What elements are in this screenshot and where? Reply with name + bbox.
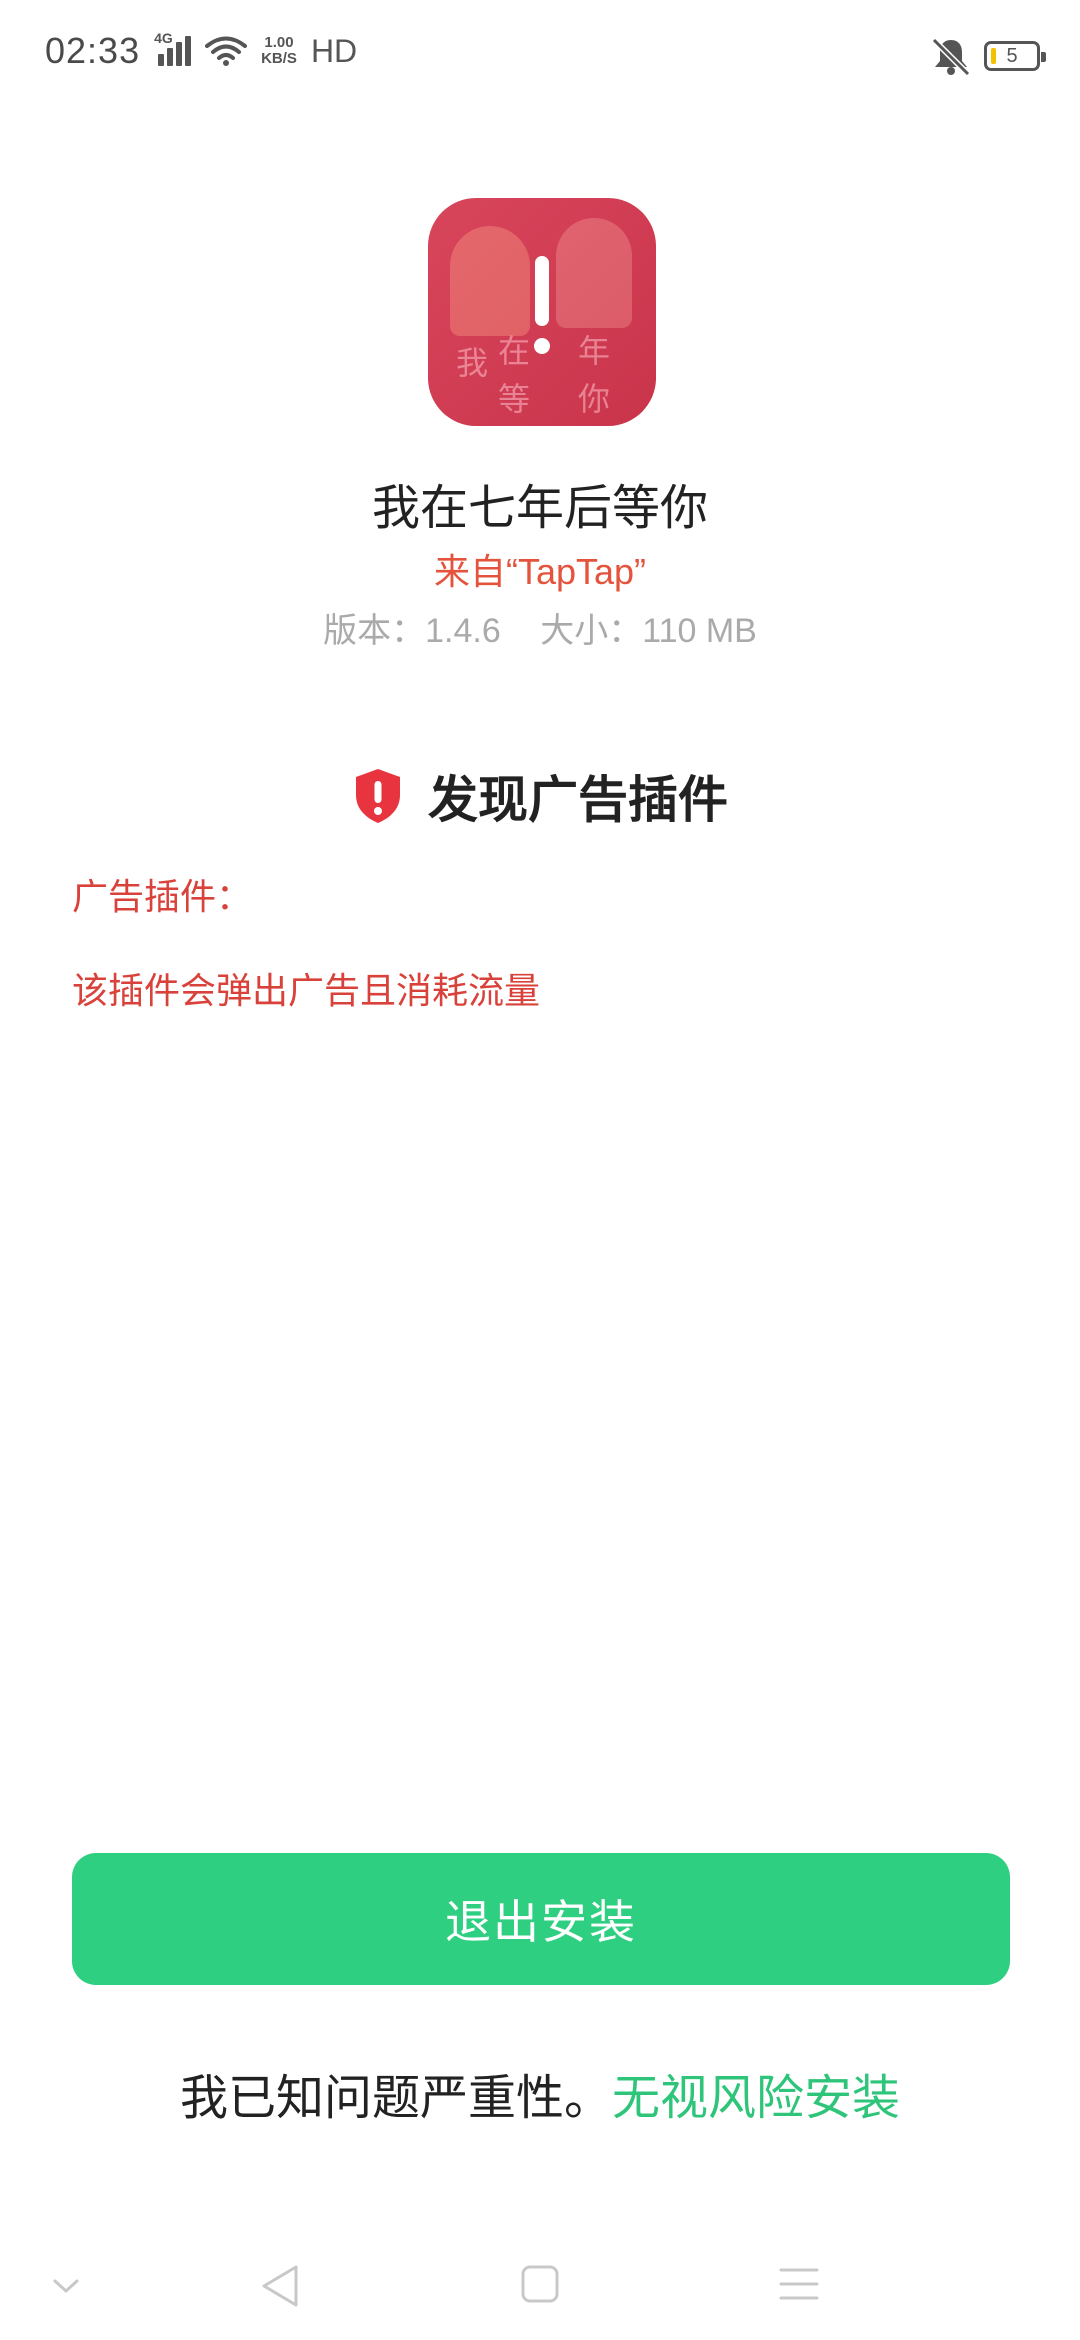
hd-label: HD — [310, 32, 358, 69]
exclamation-dot — [534, 338, 550, 354]
status-bar: 02:33 4G 1.00 KB/S HD 5 — [0, 0, 1080, 110]
app-icon-figure-right — [556, 218, 632, 328]
app-meta: 版本：1.4.6 大小：110 MB — [0, 603, 1080, 652]
app-name: 我在七年后等你 — [371, 482, 708, 535]
speed-unit: KB/S — [261, 50, 297, 67]
app-source: 来自“TapTap” — [433, 551, 647, 592]
navigation-bar — [0, 2230, 1080, 2340]
status-time: 02:33 — [45, 30, 141, 71]
wifi-icon — [205, 36, 248, 66]
network-type: 4G — [154, 30, 173, 46]
home-icon[interactable] — [520, 2264, 560, 2304]
app-version: 版本：1.4.6 — [323, 612, 501, 650]
signal-icon: 4G — [154, 30, 192, 66]
collapse-chevron-icon[interactable] — [52, 2276, 80, 2296]
exit-install-button[interactable]: 退出安装 — [72, 1853, 1010, 1985]
exclamation-icon — [535, 256, 549, 326]
speed-value: 1.00 — [264, 34, 294, 51]
warning-title: 发现广告插件 — [428, 772, 728, 828]
menu-icon[interactable] — [778, 2266, 820, 2302]
battery-level: 5 — [1006, 44, 1018, 67]
plugin-description: 该插件会弹出广告且消耗流量 — [72, 970, 541, 1011]
shield-alert-icon — [356, 769, 400, 823]
network-speed: 1.00 KB/S — [261, 35, 297, 67]
status-left: 02:33 4G 1.00 KB/S HD — [45, 30, 357, 72]
ignore-risk-install-link[interactable]: 无视风险安装 — [612, 2072, 900, 2125]
ignore-prefix-text: 我已知问题严重性。 — [179, 2072, 612, 2125]
app-icon-figure-left — [450, 226, 530, 336]
plugin-label: 广告插件： — [72, 876, 253, 917]
warning-header: 发现广告插件 — [0, 760, 1080, 832]
status-right: 5 — [930, 36, 1046, 76]
mute-icon — [931, 37, 971, 76]
back-icon[interactable] — [258, 2262, 302, 2310]
app-size: 大小：110 MB — [540, 612, 757, 650]
battery-icon: 5 — [984, 41, 1046, 71]
app-warning-icon: 我 在 年 等 你 — [428, 198, 656, 426]
ignore-risk-row: 我已知问题严重性。无视风险安装 — [0, 2058, 1080, 2128]
